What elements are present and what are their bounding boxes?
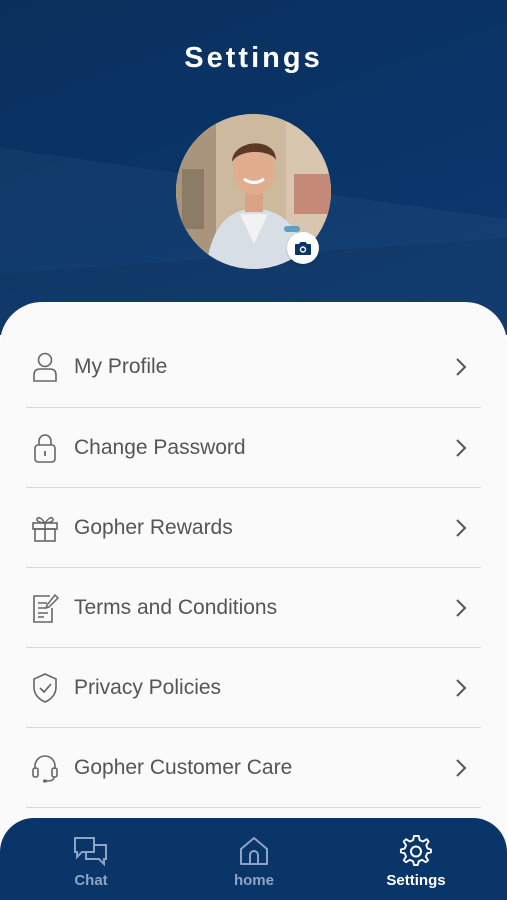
chevron-right-icon: [456, 357, 467, 376]
menu-item-label: My Profile: [74, 354, 168, 378]
home-icon: [199, 834, 309, 868]
menu-item-my-profile[interactable]: My Profile: [26, 326, 481, 408]
headset-icon: [28, 751, 62, 785]
menu-item-label: Privacy Policies: [74, 675, 222, 699]
nav-tab-settings[interactable]: Settings: [361, 834, 471, 889]
menu-item-privacy-policies[interactable]: Privacy Policies: [26, 648, 481, 728]
nav-tab-home[interactable]: home: [199, 834, 309, 889]
nav-label: Settings: [386, 872, 446, 889]
menu-item-gopher-rewards[interactable]: Gopher Rewards: [26, 488, 481, 568]
settings-menu: My Profile Change Password Gopher Reward…: [26, 326, 481, 808]
nav-tab-chat[interactable]: Chat: [36, 834, 146, 889]
chevron-right-icon: [456, 678, 467, 697]
menu-item-label: Gopher Customer Care: [74, 755, 293, 779]
menu-item-label: Gopher Rewards: [74, 515, 233, 539]
menu-item-terms-and-conditions[interactable]: Terms and Conditions: [26, 568, 481, 648]
user-icon: [28, 350, 62, 384]
nav-label: Chat: [74, 872, 108, 889]
menu-item-label: Terms and Conditions: [74, 595, 278, 619]
camera-icon: [295, 241, 311, 255]
chat-icon: [36, 834, 146, 868]
nav-label: home: [233, 872, 274, 889]
gear-icon: [361, 834, 471, 868]
menu-item-label: Change Password: [74, 435, 246, 459]
menu-item-gopher-customer-care[interactable]: Gopher Customer Care: [26, 728, 481, 808]
shield-check-icon: [28, 671, 62, 705]
gift-icon: [28, 511, 62, 545]
page-title: Settings: [184, 42, 323, 74]
menu-item-change-password[interactable]: Change Password: [26, 408, 481, 488]
bottom-navigation: Chat home Settings: [0, 818, 507, 900]
chevron-right-icon: [456, 598, 467, 617]
settings-card: My Profile Change Password Gopher Reward…: [0, 302, 507, 862]
document-edit-icon: [28, 591, 62, 625]
lock-icon: [28, 431, 62, 465]
chevron-right-icon: [456, 438, 467, 457]
change-photo-button[interactable]: [287, 232, 319, 264]
chevron-right-icon: [456, 518, 467, 537]
header-background: Settings: [0, 0, 507, 335]
chevron-right-icon: [456, 758, 467, 777]
